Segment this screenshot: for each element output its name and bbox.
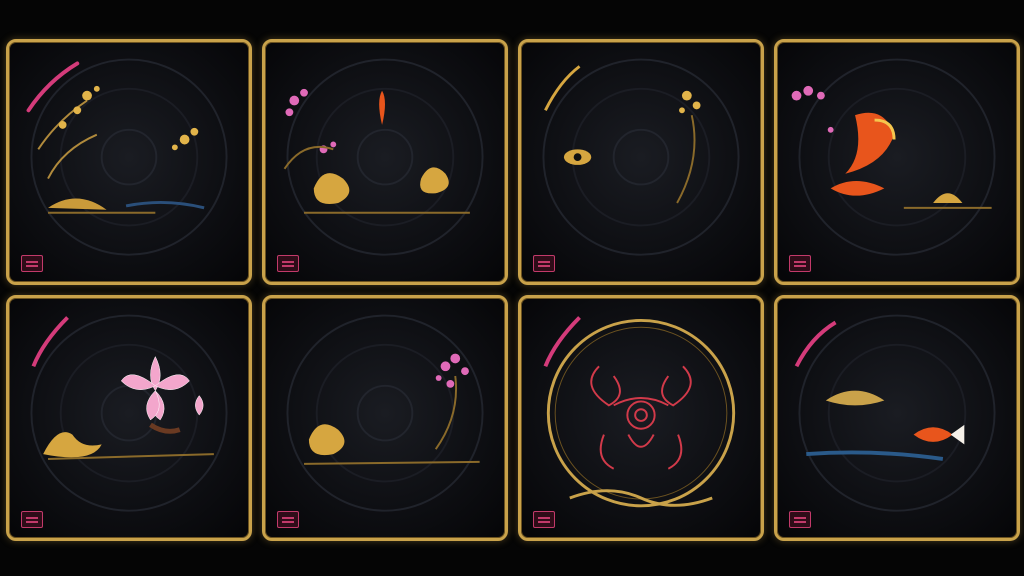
pink-blossom-gold-swirl-icon — [283, 58, 484, 256]
art-tile-1[interactable] — [6, 39, 252, 285]
art-tile-5[interactable] — [6, 295, 252, 541]
art-tile-6[interactable] — [262, 295, 508, 541]
tile-grid — [6, 39, 1020, 541]
koi-fish-pink-blossom-icon — [791, 58, 996, 256]
seal-stamp-icon — [21, 511, 43, 528]
art-tile-8[interactable] — [774, 295, 1020, 541]
red-ornamental-crest-icon — [543, 316, 736, 508]
seal-stamp-icon — [277, 255, 299, 272]
art-tile-2[interactable] — [262, 39, 508, 285]
art-tile-4[interactable] — [774, 39, 1020, 285]
gold-orchid-branches-icon — [26, 58, 228, 256]
seal-stamp-icon — [789, 255, 811, 272]
pink-lotus-flower-icon — [30, 314, 228, 512]
gold-eye-branch-icon — [542, 58, 740, 256]
art-tile-3[interactable] — [518, 39, 764, 285]
seal-stamp-icon — [21, 255, 43, 272]
seal-stamp-icon — [533, 511, 555, 528]
art-tile-7[interactable] — [518, 295, 764, 541]
gold-swirl-pink-blossom-icon — [286, 314, 484, 512]
koi-fish-water-icon — [794, 314, 996, 512]
seal-stamp-icon — [789, 511, 811, 528]
seal-stamp-icon — [277, 511, 299, 528]
seal-stamp-icon — [533, 255, 555, 272]
